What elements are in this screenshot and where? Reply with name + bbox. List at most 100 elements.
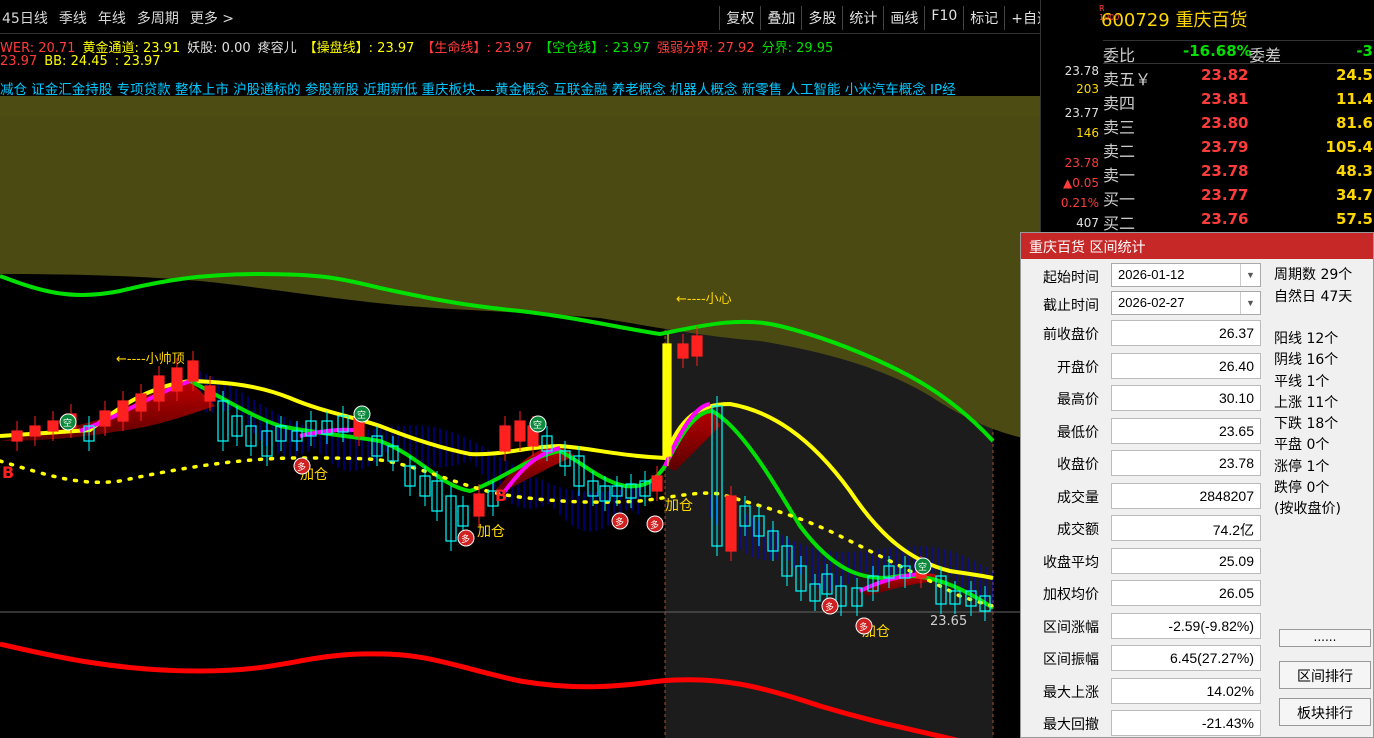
- buy-signal-b-1: B: [2, 463, 14, 482]
- stat-label: 开盘价: [1057, 359, 1099, 376]
- stat-label: 最高价: [1057, 392, 1099, 408]
- ask-row[interactable]: 卖五￥ 23.82 24.5: [1103, 66, 1374, 90]
- buy-signal-marker: 多: [855, 617, 873, 635]
- period-menu: 45日线 季线 年线 多周期 更多 >: [2, 8, 234, 28]
- indicator-values-line2: 23.97 BB: 24.45: 23.97: [0, 54, 168, 69]
- interval-rank-button[interactable]: 区间排行: [1279, 661, 1371, 689]
- stat-value: 23.78: [1111, 450, 1261, 476]
- more-button[interactable]: ......: [1279, 629, 1371, 647]
- order-volume: 57.5: [1335, 210, 1373, 228]
- buy-signal-marker: 多: [611, 512, 629, 530]
- stat-value: 26.40: [1111, 352, 1261, 379]
- ask-row[interactable]: 卖一 23.78 48.3: [1103, 162, 1374, 186]
- stat-value: 26.37: [1111, 320, 1261, 346]
- mini-axis-value: 23.78: [1064, 156, 1099, 170]
- stat-value: 14.02%: [1111, 677, 1261, 704]
- chevron-down-icon[interactable]: ▼: [1240, 292, 1260, 314]
- multi-stock-button[interactable]: 多股: [801, 6, 842, 30]
- sector-rank-button[interactable]: 板块排行: [1279, 698, 1371, 726]
- candle: [662, 343, 672, 457]
- weibi-label: 委比: [1103, 46, 1136, 65]
- end-time-select[interactable]: 2026-02-27 ▼: [1111, 291, 1261, 315]
- stat-label: 区间振幅: [1043, 652, 1099, 668]
- order-level-label: 卖二: [1103, 142, 1136, 161]
- stat-value: 25.09: [1111, 547, 1261, 574]
- low-price-label: 23.65: [930, 614, 967, 629]
- indicator-value: BB: 24.45: [44, 54, 108, 69]
- interval-stats-dialog[interactable]: 重庆百货 区间统计 起始时间 2026-01-12 ▼ 截止时间 2026-02…: [1020, 232, 1374, 738]
- stat-label: 成交量: [1057, 489, 1099, 506]
- stat-value: -21.43%: [1111, 710, 1261, 736]
- chevron-down-icon[interactable]: ▼: [1240, 264, 1260, 286]
- order-level-label: 卖四: [1103, 94, 1136, 113]
- menu-multi-period[interactable]: 多周期: [137, 8, 179, 28]
- candle-stat-item: 跌停 0个: [1274, 480, 1330, 497]
- order-price: 23.79: [1201, 138, 1249, 156]
- ask-row[interactable]: 卖三 23.80 81.6: [1103, 114, 1374, 138]
- margin-badge: R 1000: [1099, 4, 1120, 22]
- stat-row: 区间振幅 6.45(27.27%): [1021, 643, 1271, 673]
- draw-line-button[interactable]: 画线: [883, 6, 924, 30]
- mark-button[interactable]: 标记: [963, 6, 1004, 30]
- candle: [29, 425, 41, 437]
- stock-header: R 1000 600729 重庆百货: [1099, 4, 1247, 32]
- stat-value: 2848207: [1111, 482, 1261, 509]
- order-level-label: 买一: [1103, 190, 1136, 209]
- indicator-value: 【空仓线】: 23.97: [539, 41, 650, 56]
- svg-text:空: 空: [357, 409, 366, 421]
- stat-value: 6.45(27.27%): [1111, 645, 1261, 671]
- candlestick-chart[interactable]: ←----小心 ←----小帅顶 加仓 加仓 加仓 加仓 B B 23.65 空…: [0, 96, 1040, 738]
- order-volume: 34.7: [1335, 186, 1373, 204]
- order-price: 23.77: [1201, 186, 1249, 204]
- stat-row: 成交量 2848207: [1021, 481, 1271, 511]
- dialog-title[interactable]: 重庆百货 区间统计: [1021, 233, 1373, 259]
- ask-row[interactable]: 卖四 23.81 11.4: [1103, 90, 1374, 114]
- start-time-row: 起始时间 2026-01-12 ▼: [1021, 261, 1271, 291]
- candle: [135, 393, 147, 412]
- candle: [691, 335, 703, 357]
- bid-row[interactable]: 买一 23.77 34.7: [1103, 186, 1374, 210]
- start-time-select[interactable]: 2026-01-12 ▼: [1111, 263, 1261, 287]
- svg-text:多: 多: [859, 621, 868, 633]
- candle: [11, 430, 23, 442]
- order-price: 23.78: [1201, 162, 1249, 180]
- candle: [725, 495, 737, 552]
- order-volume: 24.5: [1335, 66, 1373, 84]
- stat-value: 74.2亿: [1111, 515, 1261, 541]
- stat-label: 收盘价: [1057, 457, 1099, 473]
- stat-row: 加权均价 26.05: [1021, 578, 1271, 608]
- overlay-button[interactable]: 叠加: [760, 6, 801, 30]
- menu-45day[interactable]: 45日线: [2, 8, 48, 28]
- order-volume: 48.3: [1335, 162, 1373, 180]
- order-volume: 11.4: [1335, 90, 1373, 108]
- stat-row: 区间涨幅 -2.59(-9.82%): [1021, 611, 1271, 641]
- order-level-label: 买二: [1103, 214, 1136, 233]
- buy-signal-marker: 多: [821, 597, 839, 615]
- candle: [473, 493, 485, 517]
- candle: [99, 410, 111, 427]
- stat-value: 23.65: [1111, 417, 1261, 444]
- olive-band-top: [0, 96, 1040, 116]
- candle-stat-item: 涨停 1个: [1274, 458, 1330, 475]
- menu-more[interactable]: 更多 >: [190, 8, 234, 28]
- start-time-label: 起始时间: [1043, 270, 1099, 286]
- stat-value: 30.10: [1111, 385, 1261, 411]
- stat-value: -2.59(-9.82%): [1111, 612, 1261, 639]
- indicator-value: 【操盘线】: 23.97: [303, 41, 415, 56]
- f10-button[interactable]: F10: [924, 6, 963, 30]
- statistics-button[interactable]: 统计: [842, 6, 883, 30]
- top-toolbar: 45日线 季线 年线 多周期 更多 > 复权 叠加 多股 统计 画线 F10 标…: [0, 0, 1100, 34]
- candle-stats: 阳线 12个 阴线 16个 平线 1个 上涨 11个 下跌 18个 平盘 0个 涨停 1个跌…: [1274, 329, 1341, 521]
- indicator-value: 妖股: 0.00: [187, 41, 251, 56]
- order-price: 23.80: [1201, 114, 1249, 132]
- ask-row[interactable]: 卖二 23.79 105.4: [1103, 138, 1374, 162]
- concept-tags[interactable]: 减仓 证金汇金持股 专项贷款 整体上市 沪股通标的 参股新股 近期新低 重庆板块…: [0, 78, 956, 98]
- menu-year[interactable]: 年线: [98, 8, 126, 28]
- mini-axis-value: 203: [1076, 82, 1099, 96]
- stat-label: 最低价: [1057, 424, 1099, 441]
- stat-label: 区间涨幅: [1043, 619, 1099, 636]
- restore-rights-button[interactable]: 复权: [719, 6, 760, 30]
- menu-quarter[interactable]: 季线: [59, 8, 87, 28]
- bid-row[interactable]: 买二 23.76 57.5: [1103, 210, 1374, 234]
- svg-text:多: 多: [825, 601, 834, 613]
